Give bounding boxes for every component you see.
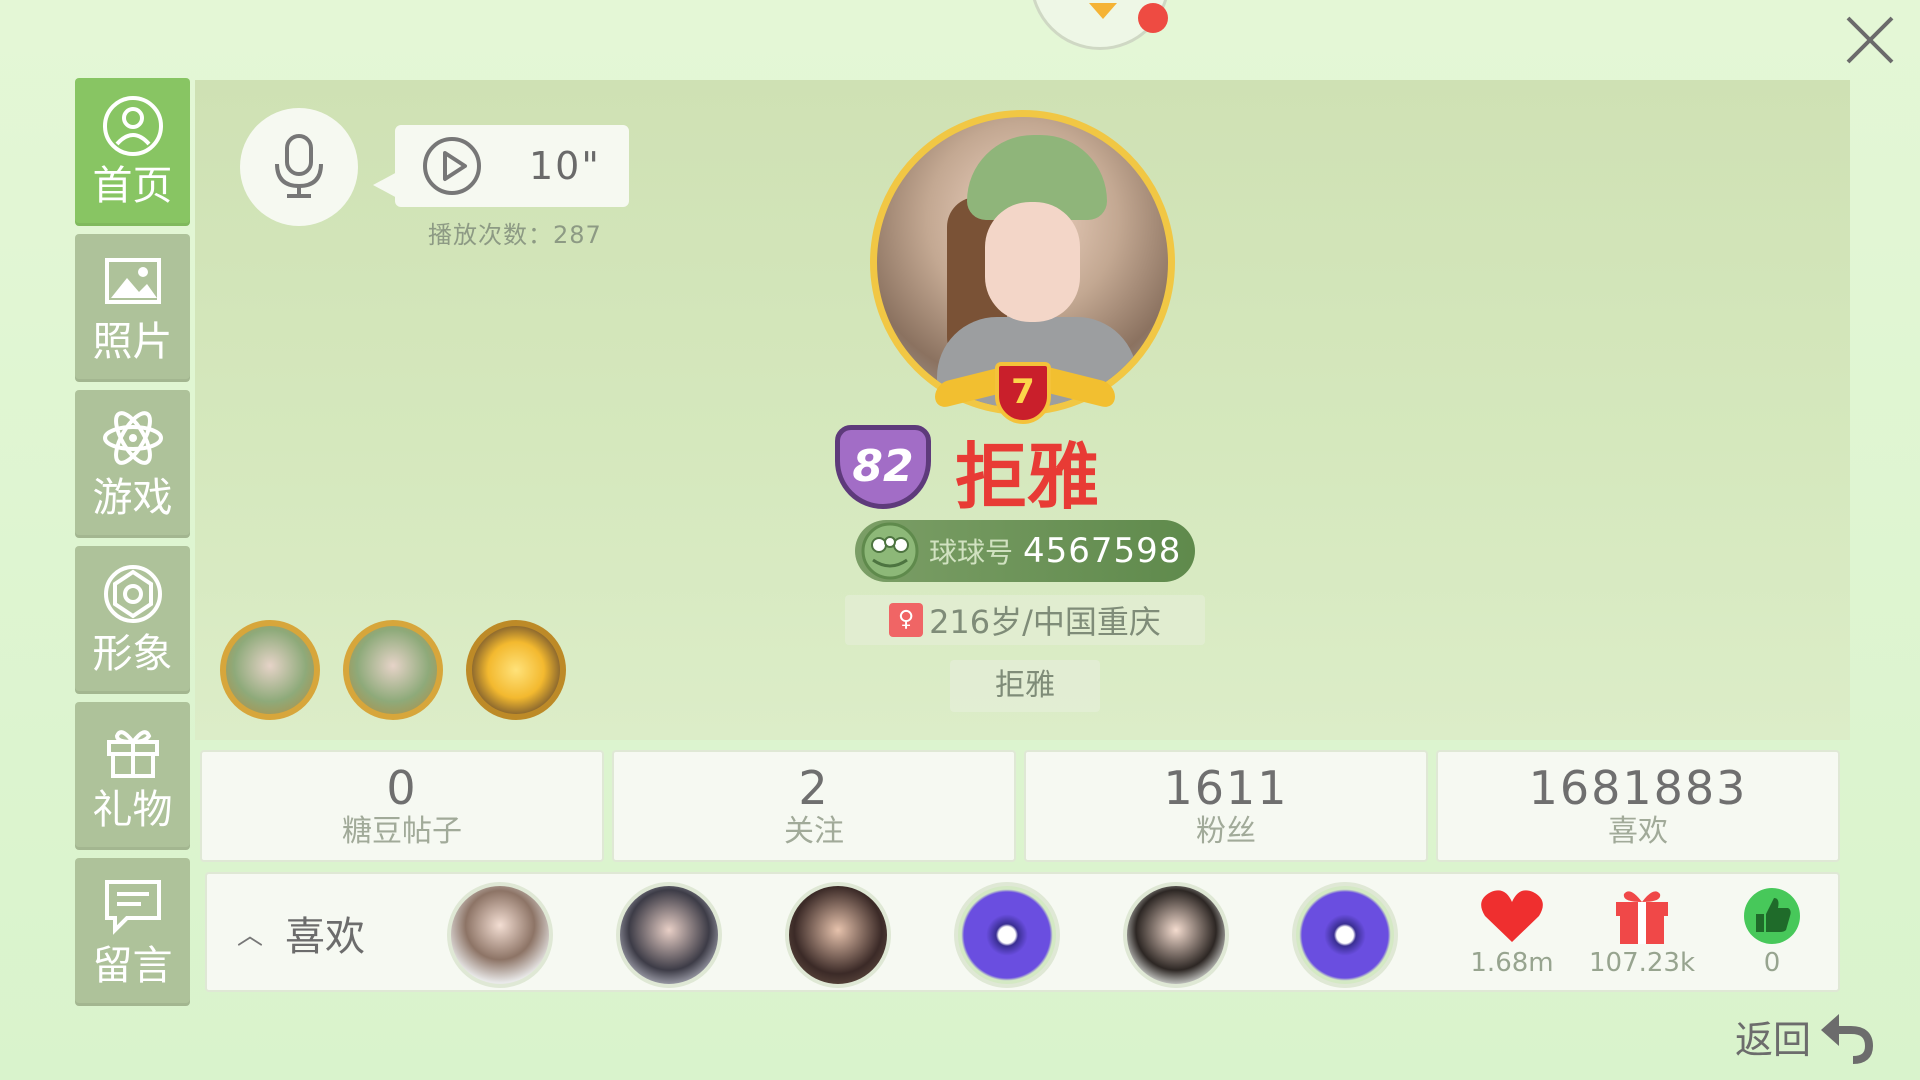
stat-label: 关注: [784, 814, 844, 849]
sidebar-item-messages[interactable]: 留言: [75, 858, 190, 1006]
likes-toggle[interactable]: ︿ 喜欢: [237, 904, 365, 962]
mini-stat-value: 107.23k: [1588, 948, 1696, 978]
chevron-up-icon: ︿: [237, 920, 264, 951]
user-id-badge[interactable]: 球球号 4567598: [855, 520, 1195, 582]
message-icon: [104, 880, 161, 935]
level-badge: 82: [835, 425, 931, 509]
photo-icon: [104, 258, 161, 304]
stats-bar: 0 糖豆帖子 2 关注 1611 粉丝 1681883 喜欢: [200, 750, 1840, 862]
sidebar-item-gifts[interactable]: 礼物: [75, 702, 190, 850]
avatar-icon: [103, 565, 162, 623]
gift-icon: [106, 730, 159, 778]
liker-avatar[interactable]: [954, 882, 1060, 988]
location-text: 216岁/中国重庆: [929, 603, 1161, 641]
return-arrow-icon: [1821, 1014, 1874, 1064]
mini-stat-gifts[interactable]: 107.23k: [1577, 886, 1707, 978]
stat-value: 0: [386, 761, 418, 815]
atom-icon: [102, 411, 163, 465]
stat-fans[interactable]: 1611 粉丝: [1024, 750, 1428, 862]
top-dial-indicator[interactable]: [1030, 0, 1170, 50]
sidebar-item-label: 礼物: [92, 787, 173, 833]
close-icon: [1846, 16, 1894, 64]
female-icon: ♀: [889, 603, 924, 637]
liker-avatar[interactable]: [616, 882, 722, 988]
stat-label: 粉丝: [1196, 814, 1256, 849]
sidebar-item-label: 留言: [92, 943, 173, 989]
stat-likes[interactable]: 1681883 喜欢: [1436, 750, 1840, 862]
sidebar-item-games[interactable]: 游戏: [75, 390, 190, 538]
microphone-icon: [275, 134, 323, 198]
voice-intro-player[interactable]: 10": [373, 125, 629, 207]
mini-stat-thumbs[interactable]: 0: [1707, 886, 1837, 978]
sidebar-item-label: 形象: [92, 631, 173, 677]
medal-list: [220, 620, 589, 720]
notification-dot: [1138, 3, 1168, 33]
mini-stat-hearts[interactable]: 1.68m: [1447, 886, 1577, 978]
age-location: ♀ 216岁/中国重庆: [845, 595, 1205, 645]
user-id-label: 球球号: [929, 536, 1014, 569]
back-button[interactable]: 返回: [1735, 1008, 1874, 1064]
thumbs-up-icon: [1744, 888, 1800, 944]
heart-icon: [1481, 890, 1543, 942]
mini-stats: 1.68m 107.23k 0: [1447, 886, 1837, 978]
liker-avatar[interactable]: [1123, 882, 1229, 988]
sidebar-item-home[interactable]: 首页: [75, 78, 190, 226]
stat-value: 1611: [1163, 761, 1289, 815]
sidebar-item-label: 照片: [92, 319, 173, 365]
sidebar-item-photos[interactable]: 照片: [75, 234, 190, 382]
sidebar: 首页 照片 游戏 形象 礼物 留言: [75, 78, 190, 1014]
profile-avatar[interactable]: 7: [870, 110, 1180, 430]
liker-avatar[interactable]: [1292, 882, 1398, 988]
likes-title: 喜欢: [285, 914, 366, 960]
sidebar-item-label: 游戏: [92, 475, 173, 521]
mini-stat-value: 0: [1763, 948, 1781, 978]
liker-avatar[interactable]: [785, 882, 891, 988]
sidebar-item-appearance[interactable]: 形象: [75, 546, 190, 694]
record-voice-button[interactable]: [240, 108, 358, 226]
user-id-number: 4567598: [1023, 531, 1182, 571]
play-icon: [423, 137, 481, 195]
stat-label: 喜欢: [1608, 814, 1668, 849]
profile-panel: 10" 播放次数：287 7 82 拒雅 球球号 4567598 ♀ 216岁/…: [195, 80, 1850, 740]
liker-avatar[interactable]: [447, 882, 553, 988]
mascot-face-icon: [861, 522, 919, 580]
rank-badge: 7: [995, 362, 1051, 424]
medal-2[interactable]: [343, 620, 443, 720]
medal-1[interactable]: [220, 620, 320, 720]
chevron-down-icon: [1089, 3, 1117, 19]
stat-value: 1681883: [1528, 761, 1748, 815]
medal-star[interactable]: [466, 620, 566, 720]
gift-icon: [1616, 891, 1668, 944]
stat-following[interactable]: 2 关注: [612, 750, 1016, 862]
play-count: 播放次数：287: [428, 221, 602, 249]
stat-value: 2: [798, 761, 830, 815]
user-icon: [102, 96, 163, 156]
voice-duration: 10": [529, 144, 601, 188]
liker-avatars: [447, 882, 1461, 988]
nickname: 拒雅: [955, 435, 1100, 519]
stat-label: 糖豆帖子: [342, 814, 462, 849]
likes-row: ︿ 喜欢 1.68m 107.23k 0: [205, 872, 1840, 992]
mini-stat-value: 1.68m: [1470, 948, 1554, 978]
back-label: 返回: [1735, 1017, 1812, 1062]
sidebar-item-label: 首页: [92, 163, 173, 209]
close-button[interactable]: [1840, 10, 1900, 70]
signature: 拒雅: [950, 660, 1100, 712]
stat-posts[interactable]: 0 糖豆帖子: [200, 750, 604, 862]
